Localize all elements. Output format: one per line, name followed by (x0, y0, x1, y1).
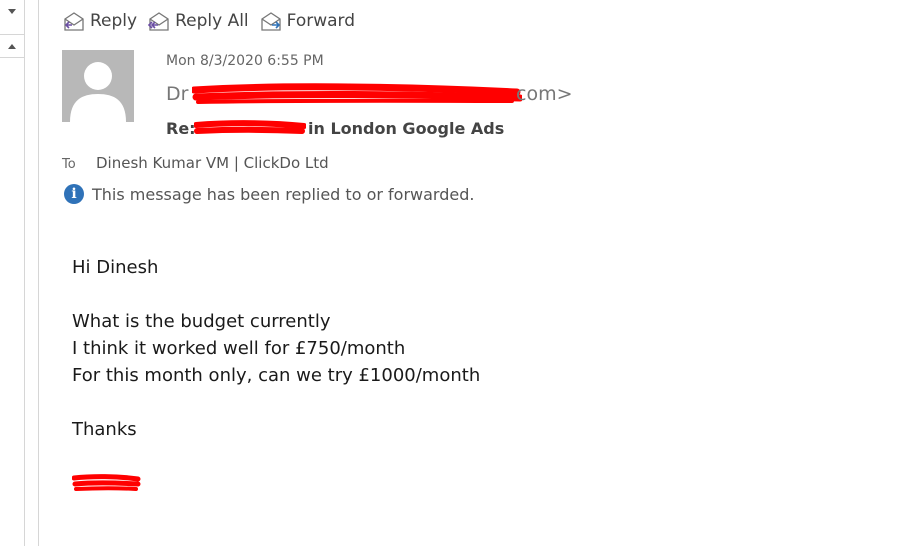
triangle-up-icon (8, 43, 16, 49)
reply-button[interactable]: Reply (62, 10, 137, 32)
pane-divider (38, 0, 39, 546)
message-toolbar: Reply Reply All Forward (62, 6, 365, 36)
greeting: Hi Dinesh (72, 257, 159, 278)
body-line-2: I think it worked well for £750/month (72, 338, 406, 359)
message-date: Mon 8/3/2020 6:55 PM (166, 53, 324, 69)
sender-redaction (192, 83, 522, 104)
left-scrollbar[interactable] (0, 0, 25, 546)
reply-label: Reply (90, 11, 138, 31)
recipient[interactable]: Dinesh Kumar VM | ClickDo Ltd (96, 154, 329, 172)
info-bar[interactable]: i This message has been replied to or fo… (64, 184, 474, 204)
to-label: To (62, 157, 76, 172)
forward-icon (261, 12, 281, 31)
reply-icon (64, 12, 84, 31)
subject-prefix: Re: (166, 119, 196, 138)
info-icon: i (64, 184, 84, 204)
triangle-down-icon (8, 8, 16, 14)
message-body: Hi Dinesh What is the budget currently I… (72, 254, 480, 443)
person-icon (70, 62, 126, 122)
scroll-down-button[interactable] (0, 0, 24, 22)
scroll-up-button[interactable] (0, 34, 24, 58)
body-line-1: What is the budget currently (72, 311, 331, 332)
forward-button[interactable]: Forward (259, 10, 355, 32)
subject-suffix: in London Google Ads (308, 119, 505, 138)
reply-all-button[interactable]: Reply All (147, 10, 249, 32)
reply-all-label: Reply All (175, 11, 249, 31)
sender-prefix: Dr (166, 83, 189, 105)
info-notice: This message has been replied to or forw… (92, 184, 475, 204)
sender-suffix: com> (516, 83, 573, 105)
avatar (62, 50, 134, 122)
reply-all-icon (147, 12, 169, 31)
forward-label: Forward (286, 11, 356, 31)
closing: Thanks (72, 419, 137, 440)
subject-redaction (194, 120, 306, 134)
signature-redaction (72, 474, 141, 491)
body-line-3: For this month only, can we try £1000/mo… (72, 365, 481, 386)
